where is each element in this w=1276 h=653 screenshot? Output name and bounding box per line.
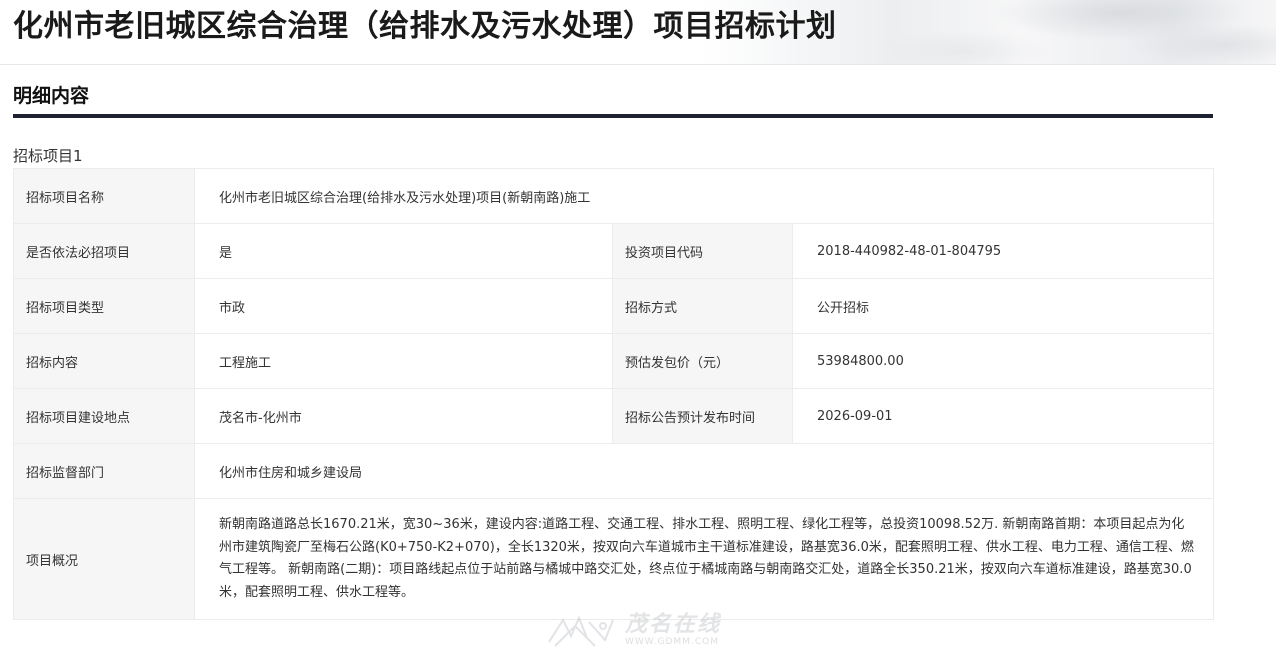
page-header: 化州市老旧城区综合治理（给排水及污水处理）项目招标计划 (0, 0, 1276, 65)
table-row: 招标监督部门 化州市住房和城乡建设局 (13, 443, 1215, 499)
detail-table: 招标项目名称 化州市老旧城区综合治理(给排水及污水处理)项目(新朝南路)施工 是… (13, 168, 1215, 620)
legal-required-label: 是否依法必招项目 (13, 223, 195, 279)
legal-required-value: 是 (194, 223, 613, 279)
project-type-value: 市政 (194, 278, 613, 334)
estimated-price-value: 53984800.00 (791, 333, 1215, 389)
estimated-price-label: 预估发包价（元） (612, 333, 793, 389)
table-row: 招标项目类型 市政 招标方式 公开招标 (13, 278, 1215, 334)
overview-value: 新朝南路道路总长1670.21米，宽30~36米，建设内容:道路工程、交通工程、… (193, 498, 1215, 620)
location-label: 招标项目建设地点 (13, 388, 195, 444)
investment-code-label: 投资项目代码 (612, 223, 793, 279)
bid-content-label: 招标内容 (13, 333, 195, 389)
bid-method-label: 招标方式 (612, 278, 793, 334)
section-title: 明细内容 (13, 85, 90, 107)
table-row: 招标项目名称 化州市老旧城区综合治理(给排水及污水处理)项目(新朝南路)施工 (13, 168, 1215, 224)
section-underline (13, 114, 1213, 118)
table-row: 是否依法必招项目 是 投资项目代码 2018-440982-48-01-8047… (13, 223, 1215, 279)
project-type-label: 招标项目类型 (13, 278, 195, 334)
bid-item-subtitle: 招标项目1 (13, 147, 83, 165)
table-row: 项目概况 新朝南路道路总长1670.21米，宽30~36米，建设内容:道路工程、… (13, 498, 1215, 620)
project-name-label: 招标项目名称 (13, 168, 195, 224)
watermark-url: WWW.GDMM.COM (625, 637, 719, 647)
project-name-value: 化州市老旧城区综合治理(给排水及污水处理)项目(新朝南路)施工 (193, 168, 1215, 224)
table-row: 招标项目建设地点 茂名市-化州市 招标公告预计发布时间 2026-09-01 (13, 388, 1215, 444)
page-title: 化州市老旧城区综合治理（给排水及污水处理）项目招标计划 (13, 9, 837, 44)
bid-content-value: 工程施工 (194, 333, 613, 389)
table-row: 招标内容 工程施工 预估发包价（元） 53984800.00 (13, 333, 1215, 389)
bid-method-value: 公开招标 (791, 278, 1215, 334)
publish-time-value: 2026-09-01 (791, 388, 1215, 444)
overview-label: 项目概况 (13, 498, 195, 620)
location-value: 茂名市-化州市 (194, 388, 613, 444)
page: 化州市老旧城区综合治理（给排水及污水处理）项目招标计划 明细内容 招标项目1 招… (0, 0, 1276, 653)
supervisor-label: 招标监督部门 (13, 443, 195, 499)
investment-code-value: 2018-440982-48-01-804795 (791, 223, 1215, 279)
publish-time-label: 招标公告预计发布时间 (612, 388, 793, 444)
supervisor-value: 化州市住房和城乡建设局 (193, 443, 1215, 499)
